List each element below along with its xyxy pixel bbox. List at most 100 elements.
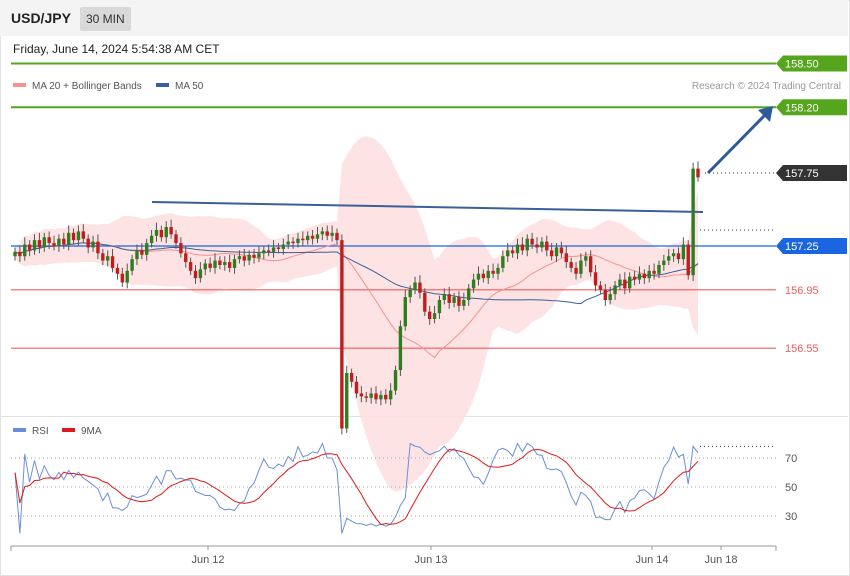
candle-body bbox=[525, 238, 529, 251]
candle-body bbox=[32, 240, 37, 251]
candle-body bbox=[393, 370, 398, 391]
candle-body bbox=[540, 241, 544, 248]
candle-body bbox=[447, 294, 451, 303]
candle-body bbox=[618, 279, 622, 286]
candle-body bbox=[42, 237, 46, 248]
candle-body bbox=[135, 250, 139, 260]
level-label-158.50: 158.50 bbox=[785, 59, 819, 71]
candle-body bbox=[452, 297, 456, 303]
candle-body bbox=[662, 260, 666, 265]
candle-body bbox=[140, 250, 144, 255]
candle-body bbox=[628, 276, 632, 289]
candle-body bbox=[203, 263, 207, 270]
candle-body bbox=[257, 253, 261, 258]
candle-body bbox=[471, 279, 476, 289]
candle-body bbox=[105, 256, 110, 261]
candle-body bbox=[345, 373, 349, 429]
candle-body bbox=[681, 244, 686, 260]
candle-body bbox=[603, 289, 608, 301]
candle-body bbox=[623, 279, 627, 289]
candle-body bbox=[530, 238, 534, 245]
candle-body bbox=[657, 264, 661, 274]
candle-body bbox=[564, 253, 568, 263]
candle-body bbox=[301, 238, 305, 241]
x-axis: Jun 12 Jun 13 Jun 14 Jun 18 bbox=[10, 545, 777, 566]
candle-body bbox=[306, 235, 310, 241]
x-tick-label-jun-13: Jun 13 bbox=[414, 554, 447, 566]
candle-body bbox=[588, 256, 593, 273]
candle-body bbox=[145, 243, 149, 255]
candle-body bbox=[457, 297, 461, 306]
level-label-157.25: 157.25 bbox=[785, 241, 819, 253]
candle-body bbox=[296, 238, 300, 244]
candle-body bbox=[676, 253, 681, 260]
candle-body bbox=[335, 232, 339, 241]
candle-body bbox=[159, 229, 164, 238]
candle-body bbox=[276, 247, 281, 249]
candle-body bbox=[47, 237, 51, 244]
candle-body bbox=[27, 244, 32, 251]
candle-body bbox=[310, 235, 315, 239]
candle-body bbox=[232, 259, 237, 268]
level-label-156.95: 156.95 bbox=[785, 285, 819, 297]
candle-body bbox=[13, 251, 17, 257]
candle-body bbox=[96, 241, 100, 254]
candle-body bbox=[671, 253, 676, 257]
rsi-tick-label-50: 50 bbox=[785, 482, 797, 494]
candle-body bbox=[18, 251, 22, 257]
candle-body bbox=[632, 276, 637, 280]
candle-body bbox=[198, 269, 203, 279]
candle-body bbox=[223, 262, 227, 265]
candle-body bbox=[432, 313, 437, 319]
level-label-158.20: 158.20 bbox=[785, 102, 819, 114]
candle-body bbox=[559, 247, 564, 254]
candle-body bbox=[515, 244, 520, 254]
candle-body bbox=[437, 300, 442, 314]
candle-body bbox=[691, 168, 695, 276]
candle-body bbox=[252, 254, 256, 258]
candle-body bbox=[408, 289, 412, 298]
candle-body bbox=[593, 272, 598, 286]
candle-body bbox=[354, 381, 359, 394]
candle-body bbox=[149, 235, 154, 244]
candle-body bbox=[647, 270, 651, 279]
candle-body bbox=[462, 300, 466, 306]
candle-body bbox=[242, 256, 246, 261]
candle-body bbox=[286, 241, 290, 245]
candle-body bbox=[403, 297, 407, 327]
candle-body bbox=[423, 292, 427, 312]
candle-body bbox=[227, 262, 232, 268]
candle-body bbox=[164, 227, 168, 238]
candle-body bbox=[208, 263, 212, 268]
candle-body bbox=[569, 262, 573, 268]
candle-body bbox=[364, 396, 368, 398]
candle-body bbox=[496, 267, 500, 274]
candle-body bbox=[696, 168, 700, 178]
candle-body bbox=[486, 270, 490, 279]
candle-body bbox=[266, 250, 271, 252]
candle-body bbox=[81, 231, 85, 239]
level-label-157.75: 157.75 bbox=[785, 168, 819, 180]
candle-body bbox=[598, 285, 603, 290]
candle-body bbox=[574, 267, 578, 274]
candle-body bbox=[37, 240, 42, 248]
candle-body bbox=[642, 273, 647, 279]
candle-body bbox=[52, 243, 56, 246]
candle-body bbox=[62, 238, 66, 245]
candle-body bbox=[262, 250, 266, 254]
candle-body bbox=[330, 232, 334, 236]
forecast-arrow-shaft bbox=[706, 112, 768, 175]
candle-body bbox=[379, 394, 383, 400]
candle-body bbox=[76, 231, 81, 241]
candle-body bbox=[71, 232, 76, 241]
candle-body bbox=[23, 244, 27, 257]
candle-body bbox=[349, 373, 354, 382]
candle-body bbox=[154, 229, 159, 236]
candle-body bbox=[613, 285, 617, 295]
candle-body bbox=[359, 393, 364, 397]
candle-body bbox=[506, 250, 510, 257]
rsi-line bbox=[14, 442, 699, 534]
candle-body bbox=[188, 262, 193, 271]
candle-body bbox=[637, 273, 642, 280]
candle-body bbox=[193, 270, 198, 279]
